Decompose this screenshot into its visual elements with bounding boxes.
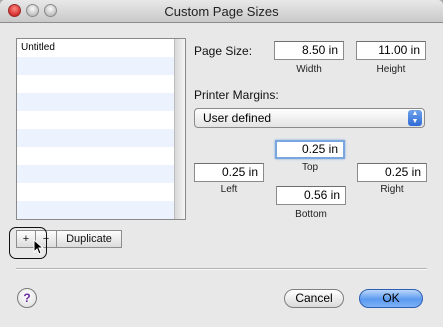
top-margin-caption: Top [301,162,319,173]
left-margin-field[interactable]: 0.25 in [194,163,264,182]
right-margin-caption: Right [380,184,404,195]
left-margin-caption: Left [220,184,238,195]
printer-margins-label: Printer Margins: [194,88,279,102]
list-stripe [17,75,175,93]
height-field[interactable]: 11.00 in [356,41,426,60]
ok-button[interactable]: OK [359,289,423,308]
page-size-label: Page Size: [194,44,253,58]
width-caption: Width [296,64,322,75]
chevron-updown-icon: ▲ ▼ [408,110,422,126]
divider [16,268,427,270]
list-scrollbar[interactable] [174,39,185,219]
list-stripe [17,111,175,129]
list-stripe [17,201,175,219]
page-size-list[interactable]: Untitled [16,38,186,220]
margins-preset-select[interactable]: User defined ▲ ▼ [194,108,425,128]
help-button[interactable]: ? [17,288,37,308]
custom-page-sizes-dialog: Custom Page Sizes Untitled + − Duplicate… [0,0,443,327]
list-item[interactable]: Untitled [17,39,175,57]
bottom-margin-field[interactable]: 0.56 in [276,186,346,205]
height-caption: Height [376,64,406,75]
title-bar[interactable]: Custom Page Sizes [0,0,443,23]
list-stripe [17,93,175,111]
list-stripe [17,147,175,165]
list-stripe [17,129,175,147]
mouse-pointer-icon [33,239,44,255]
bottom-margin-caption: Bottom [295,209,327,220]
margins-preset-value: User defined [203,111,272,125]
right-margin-field[interactable]: 0.25 in [357,163,427,182]
top-margin-field[interactable]: 0.25 in [275,140,345,159]
window-title: Custom Page Sizes [164,4,279,19]
list-stripe [17,165,175,183]
duplicate-button[interactable]: Duplicate [56,230,122,248]
list-stripe [17,183,175,201]
width-field[interactable]: 8.50 in [274,41,344,60]
cancel-button[interactable]: Cancel [284,289,344,308]
list-stripe [17,57,175,75]
